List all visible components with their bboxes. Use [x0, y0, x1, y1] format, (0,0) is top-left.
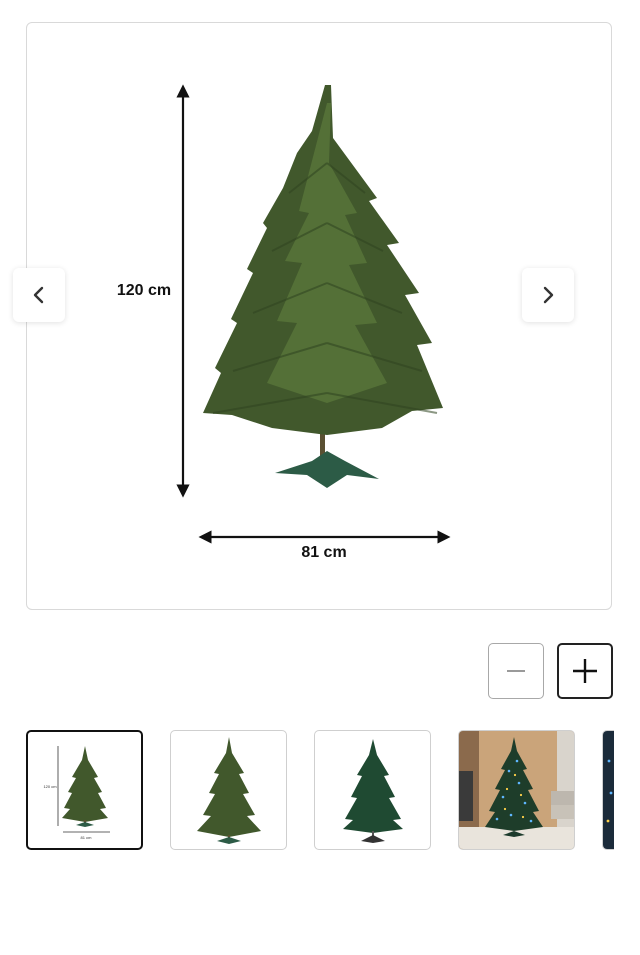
- thumbnail-width-label: 81 cm: [81, 835, 93, 840]
- thumbnail-1[interactable]: 120 cm 81 cm: [26, 730, 143, 850]
- zoom-out-button[interactable]: [488, 643, 544, 699]
- thumbnail-image: 120 cm 81 cm: [43, 746, 110, 840]
- thumbnail-image: [603, 731, 614, 849]
- plus-icon: [573, 659, 597, 683]
- next-image-button[interactable]: [522, 268, 574, 322]
- thumbnail-height-label: 120 cm: [43, 784, 57, 789]
- thumbnail-2[interactable]: [170, 730, 287, 850]
- height-label: 120 cm: [117, 282, 171, 299]
- width-label: 81 cm: [301, 544, 346, 561]
- christmas-tree-illustration: [203, 85, 443, 488]
- chevron-left-icon: [33, 286, 44, 304]
- minus-icon: [507, 670, 525, 672]
- thumbnail-strip[interactable]: 120 cm 81 cm: [26, 729, 614, 851]
- thumbnail-image: [343, 739, 403, 843]
- thumbnail-3[interactable]: [314, 730, 431, 850]
- thumbnail-4[interactable]: [458, 730, 575, 850]
- thumbnail-image: [459, 731, 574, 849]
- zoom-in-button[interactable]: [557, 643, 613, 699]
- chevron-right-icon: [543, 286, 554, 304]
- previous-image-button[interactable]: [13, 268, 65, 322]
- thumbnail-image: [197, 737, 261, 844]
- thumbnail-5[interactable]: [602, 730, 614, 850]
